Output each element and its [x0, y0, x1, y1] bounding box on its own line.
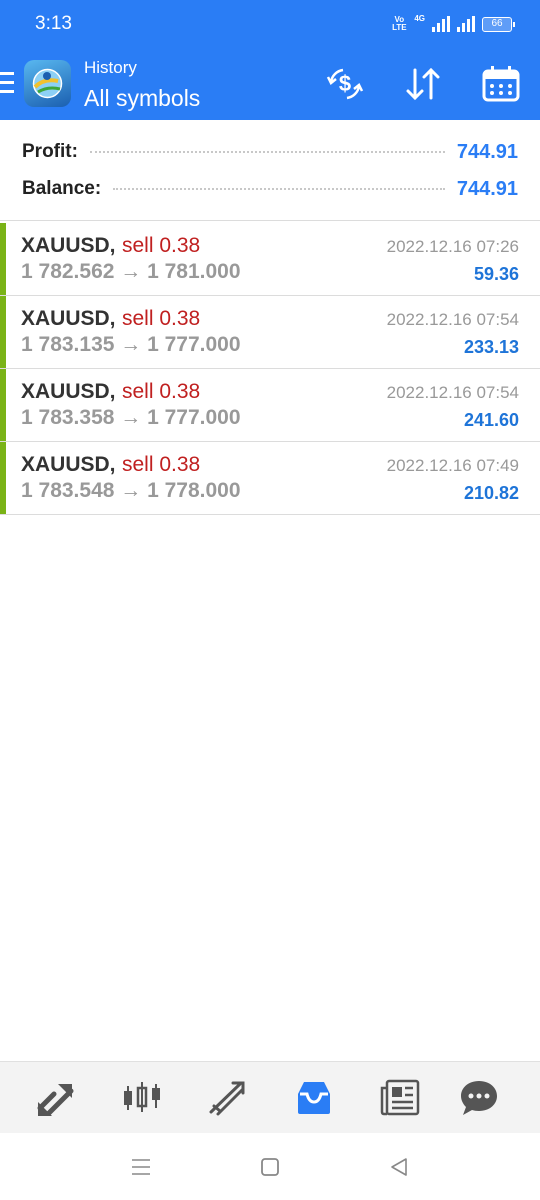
sort-icon[interactable] — [401, 62, 445, 106]
signal-icon-2 — [457, 16, 475, 32]
trade-symbol: XAUUSD, — [21, 380, 116, 403]
battery-icon: 66 — [482, 16, 515, 32]
back-icon[interactable] — [387, 1155, 411, 1179]
trade-symbol: XAUUSD, — [21, 453, 116, 476]
volte-icon: Vo LTE — [392, 15, 407, 32]
trade-type-indicator — [0, 369, 6, 441]
balance-label: Balance: — [22, 178, 102, 199]
home-icon[interactable] — [258, 1155, 282, 1179]
trade-row[interactable]: XAUUSD, sell 0.38 1 783.358 → 1 777.000 … — [0, 369, 540, 442]
currency-exchange-icon[interactable]: $ — [323, 62, 367, 106]
trade-datetime: 2022.12.16 07:26 — [386, 237, 519, 256]
dotted-leader — [89, 151, 445, 153]
status-time: 3:13 — [35, 13, 72, 34]
page-title[interactable]: All symbols — [84, 85, 200, 112]
trade-side: sell 0.38 — [122, 453, 201, 476]
status-icons: Vo LTE 4G 66 — [391, 13, 515, 34]
trade-prices: 1 783.135 → 1 777.000 — [21, 333, 241, 356]
trade-symbol: XAUUSD, — [21, 234, 116, 257]
trade-side: sell 0.38 — [122, 307, 201, 330]
trade-icon[interactable] — [206, 1076, 250, 1120]
balance-value: 744.91 — [456, 177, 518, 200]
divider — [0, 220, 540, 221]
chart-icon[interactable] — [120, 1076, 164, 1120]
recent-apps-icon[interactable] — [129, 1155, 153, 1179]
status-bar: 3:13 Vo LTE 4G 66 — [0, 0, 540, 48]
trade-symbol: XAUUSD, — [21, 307, 116, 330]
profit-row: Profit: 744.91 — [22, 137, 518, 167]
network-type: 4G — [414, 13, 425, 23]
trade-type-indicator — [0, 296, 6, 368]
trade-type-indicator — [0, 223, 6, 295]
trade-profit: 233.13 — [463, 337, 519, 357]
trade-prices: 1 783.358 → 1 777.000 — [21, 406, 241, 429]
trade-list: XAUUSD, sell 0.38 1 782.562 → 1 781.000 … — [0, 223, 540, 515]
svg-text:$: $ — [339, 71, 351, 96]
profit-value: 744.91 — [456, 140, 518, 163]
news-icon[interactable] — [378, 1076, 422, 1120]
bottom-navigation — [0, 1061, 540, 1133]
trade-profit: 59.36 — [473, 264, 519, 284]
trade-row[interactable]: XAUUSD, sell 0.38 1 783.548 → 1 778.000 … — [0, 442, 540, 515]
trade-profit: 241.60 — [463, 410, 519, 430]
trade-row[interactable]: XAUUSD, sell 0.38 1 783.135 → 1 777.000 … — [0, 296, 540, 369]
calendar-icon[interactable] — [479, 62, 523, 106]
trade-type-indicator — [0, 442, 6, 514]
chat-icon[interactable] — [457, 1076, 501, 1120]
history-icon[interactable] — [292, 1076, 336, 1120]
trade-prices: 1 782.562 → 1 781.000 — [21, 260, 241, 283]
metatrader-logo — [24, 60, 71, 107]
profit-label: Profit: — [22, 141, 78, 162]
app-bar: 3:13 Vo LTE 4G 66 History All symbols $ — [0, 0, 540, 120]
balance-row: Balance: 744.91 — [22, 174, 518, 204]
signal-icon — [432, 16, 450, 32]
trade-datetime: 2022.12.16 07:54 — [386, 310, 519, 329]
quotes-icon[interactable] — [34, 1076, 78, 1120]
trade-datetime: 2022.12.16 07:49 — [386, 456, 519, 475]
page-subtitle: History — [84, 58, 137, 77]
system-navigation-bar — [0, 1133, 540, 1200]
trade-datetime: 2022.12.16 07:54 — [386, 383, 519, 402]
trade-prices: 1 783.548 → 1 778.000 — [21, 479, 241, 502]
trade-row[interactable]: XAUUSD, sell 0.38 1 782.562 → 1 781.000 … — [0, 223, 540, 296]
trade-side: sell 0.38 — [122, 234, 201, 257]
menu-icon[interactable] — [0, 72, 16, 94]
trade-profit: 210.82 — [463, 483, 519, 503]
dotted-leader — [113, 188, 445, 190]
trade-side: sell 0.38 — [122, 380, 201, 403]
